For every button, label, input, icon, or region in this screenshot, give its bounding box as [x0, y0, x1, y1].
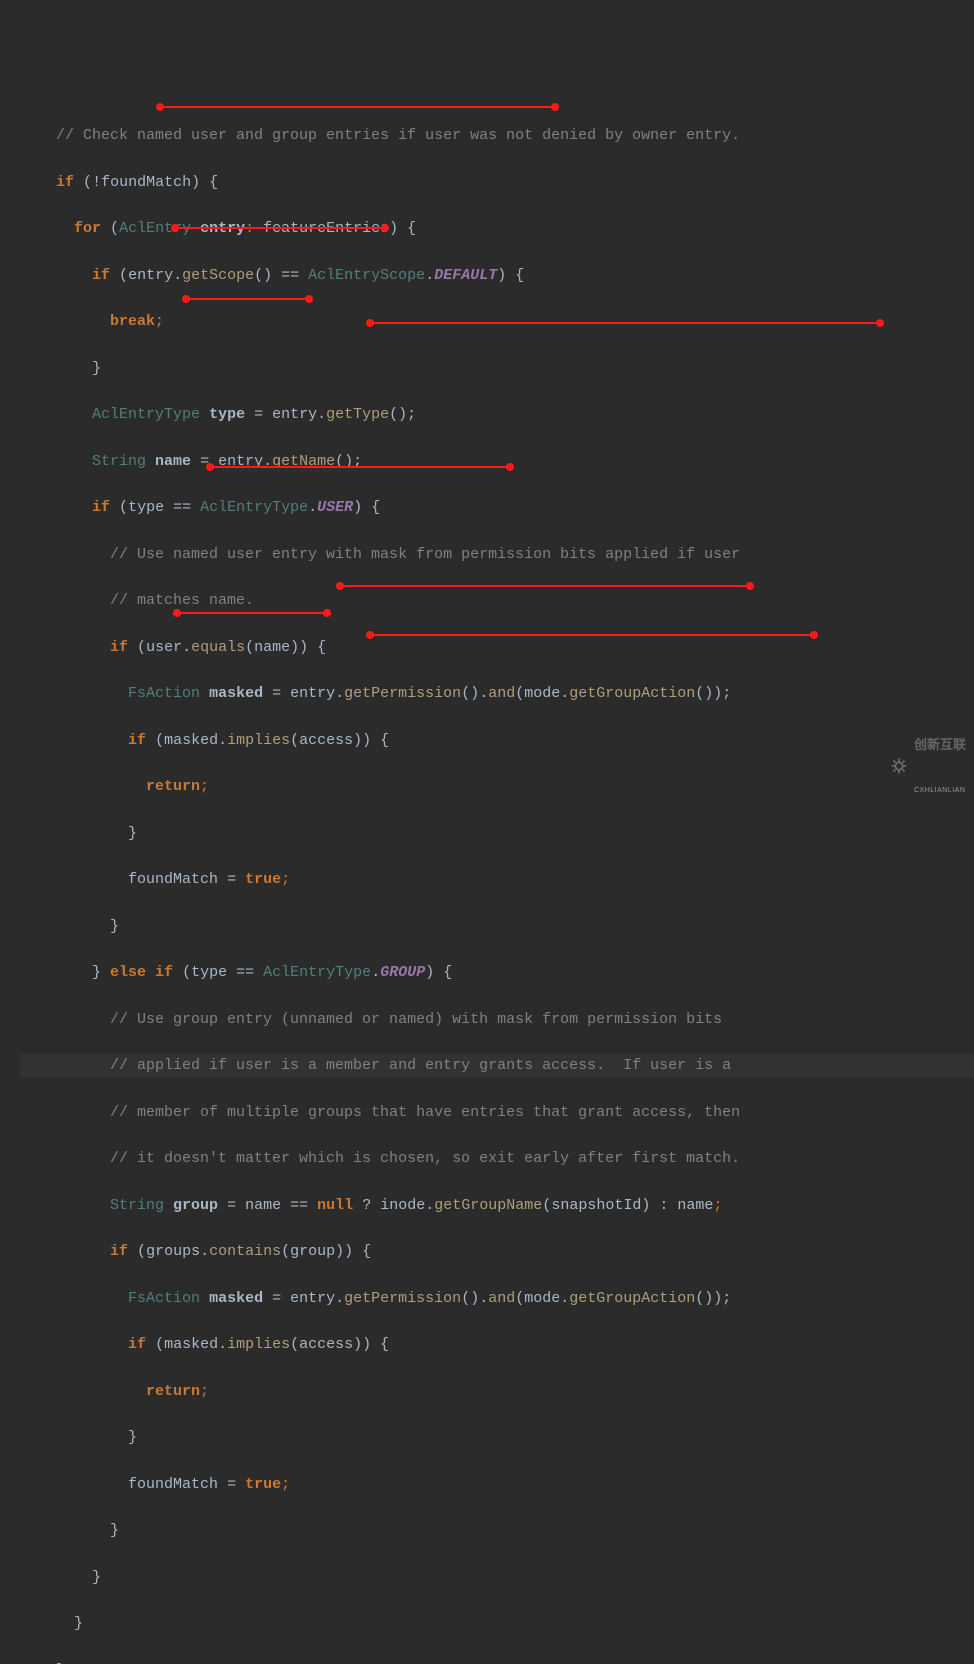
code-line-highlighted: // applied if user is a member and entry… [20, 1054, 974, 1077]
code-line: } [20, 915, 974, 938]
code-line: FsAction masked = entry.getPermission().… [20, 1287, 974, 1310]
code-line: if (entry.getScope() == AclEntryScope.DE… [20, 264, 974, 287]
annotation-underline [186, 298, 309, 300]
annotation-underline [370, 322, 880, 324]
logo-icon [888, 755, 910, 777]
code-line: foundMatch = true; [20, 868, 974, 891]
comment: // Check named user and group entries if… [56, 127, 740, 144]
code-line: // matches name. [20, 589, 974, 612]
code-line: if (user.equals(name)) { [20, 636, 974, 659]
code-line: } [20, 1519, 974, 1542]
code-line: String group = name == null ? inode.getG… [20, 1194, 974, 1217]
code-line: if (!foundMatch) { [20, 171, 974, 194]
code-line: if (groups.contains(group)) { [20, 1240, 974, 1263]
code-line: if (type == AclEntryType.USER) { [20, 496, 974, 519]
code-line: FsAction masked = entry.getPermission().… [20, 682, 974, 705]
annotation-underline [160, 106, 555, 108]
watermark: 创新互联 CXHLIANLIAN [888, 704, 966, 828]
code-line: return; [20, 1380, 974, 1403]
code-line: String name = entry.getName(); [20, 450, 974, 473]
code-line: // Use group entry (unnamed or named) wi… [20, 1008, 974, 1031]
code-line: // member of multiple groups that have e… [20, 1101, 974, 1124]
annotation-underline [340, 585, 750, 587]
code-line: // Use named user entry with mask from p… [20, 543, 974, 566]
code-line: AclEntryType type = entry.getType(); [20, 403, 974, 426]
code-line: for (AclEntry entry: featureEntries) { [20, 217, 974, 240]
code-line: // it doesn't matter which is chosen, so… [20, 1147, 974, 1170]
code-line: foundMatch = true; [20, 1473, 974, 1496]
code-editor[interactable]: // Check named user and group entries if… [20, 101, 974, 1664]
code-line: } [20, 1426, 974, 1449]
code-line: } [20, 1612, 974, 1635]
annotation-underline [175, 227, 385, 229]
code-line: } [20, 357, 974, 380]
code-line: if (masked.implies(access)) { [20, 1333, 974, 1356]
code-line: // Check named user and group entries if… [20, 124, 974, 147]
watermark-text: 创新互联 CXHLIANLIAN [914, 704, 966, 828]
annotation-underline [370, 634, 814, 636]
code-line: } [20, 822, 974, 845]
code-line: if (masked.implies(access)) { [20, 729, 974, 752]
annotation-underline [210, 466, 510, 468]
code-line: } else if (type == AclEntryType.GROUP) { [20, 961, 974, 984]
code-line: return; [20, 775, 974, 798]
code-line: } [20, 1659, 974, 1664]
annotation-underline [177, 612, 327, 614]
code-line: } [20, 1566, 974, 1589]
